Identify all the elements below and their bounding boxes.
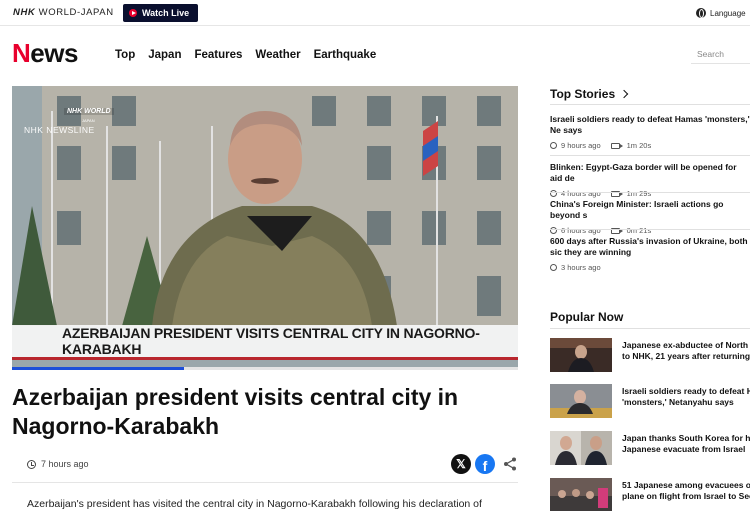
watermark-japan: JAPAN	[82, 118, 95, 123]
story-title: Blinken: Egypt-Gaza border will be opene…	[550, 162, 737, 183]
article-body: Azerbaijan's president has visited the c…	[27, 498, 482, 510]
story-time: 3 hours ago	[561, 263, 601, 272]
hero-watermark: NHK WORLD JAPAN NHK NEWSLINE	[24, 100, 134, 135]
hero-video[interactable]: NHK WORLD JAPAN NHK NEWSLINE AZERBAIJAN …	[12, 86, 518, 370]
language-label: Language	[710, 8, 746, 18]
article-meta: 7 hours ago	[27, 459, 89, 469]
chevron-right-icon	[619, 89, 629, 99]
brand-main: NHK	[13, 7, 36, 18]
popular-title-line: plane on flight from Israel to Seo	[622, 491, 750, 501]
watermark-newsline: NHK NEWSLINE	[24, 125, 95, 135]
hero-caption: AZERBAIJAN PRESIDENT VISITS CENTRAL CITY…	[12, 325, 518, 360]
news-logo[interactable]: News	[12, 38, 78, 69]
story-duration: 0m 21s	[626, 226, 652, 235]
popular-now-heading[interactable]: Popular Now	[550, 310, 623, 324]
popular-thumbnail	[550, 431, 612, 465]
top-story-item[interactable]: Israeli soldiers ready to defeat Hamas '…	[550, 114, 750, 150]
popular-title-line: Japanese evacuate from Israel	[622, 444, 746, 454]
story-time: 4 hours ago	[561, 189, 601, 198]
top-stories-title: Top Stories	[550, 87, 616, 101]
language-selector[interactable]: Language	[696, 8, 746, 18]
popular-rule	[550, 328, 750, 329]
top-bar: NHK WORLD-JAPAN Watch Live Language	[0, 0, 750, 26]
popular-item[interactable]: Japanese ex-abductee of North K to NHK, …	[550, 338, 750, 372]
popular-title-line: 'monsters,' Netanyahu says	[622, 397, 734, 407]
story-time: 9 hours ago	[561, 141, 601, 150]
nav-item-weather[interactable]: Weather	[255, 49, 300, 61]
popular-now-title: Popular Now	[550, 310, 624, 324]
search-input[interactable]: Search	[691, 44, 750, 64]
clock-icon	[27, 459, 36, 469]
popular-item[interactable]: Japan thanks South Korea for hel Japanes…	[550, 431, 750, 465]
popular-thumbnail	[550, 384, 612, 418]
popular-title-line: Israeli soldiers ready to defeat Ha	[622, 386, 750, 396]
share-bar: 𝕏 f	[451, 454, 518, 474]
popular-title-line: Japan thanks South Korea for hel	[622, 433, 750, 443]
story-time: 6 hours ago	[561, 226, 601, 235]
play-icon	[129, 9, 137, 17]
popular-thumbnail	[550, 338, 612, 372]
main-nav: Top Japan Features Weather Earthquake	[115, 49, 376, 61]
video-progress-bar[interactable]	[12, 367, 518, 370]
story-title: China's Foreign Minister: Israeli action…	[550, 199, 724, 220]
top-stories-rule	[550, 104, 750, 105]
share-icon[interactable]	[502, 456, 518, 472]
story-title: 600 days after Russia's invasion of Ukra…	[550, 236, 748, 257]
nav-item-top[interactable]: Top	[115, 49, 135, 61]
watch-live-label: Watch Live	[142, 8, 190, 18]
story-divider	[550, 155, 750, 156]
story-duration: 1m 20s	[626, 141, 652, 150]
article-time: 7 hours ago	[41, 459, 89, 469]
watch-live-button[interactable]: Watch Live	[123, 4, 198, 22]
story-title: Israeli soldiers ready to defeat Hamas '…	[550, 114, 750, 135]
popular-item[interactable]: 51 Japanese among evacuees on plane on f…	[550, 478, 750, 511]
nav-item-earthquake[interactable]: Earthquake	[314, 49, 377, 61]
story-duration: 1m 29s	[626, 189, 652, 198]
nhk-world-brand[interactable]: NHK WORLD-JAPAN	[13, 7, 114, 18]
nav-item-features[interactable]: Features	[194, 49, 242, 61]
video-icon	[610, 142, 623, 149]
popular-title-line: Japanese ex-abductee of North K	[622, 340, 750, 350]
x-share-icon[interactable]: 𝕏	[451, 454, 471, 474]
facebook-share-icon[interactable]: f	[475, 454, 495, 474]
top-story-item[interactable]: 600 days after Russia's invasion of Ukra…	[550, 236, 750, 272]
video-progress-fill	[12, 367, 185, 370]
brand-sub: WORLD-JAPAN	[38, 7, 114, 18]
story-divider	[550, 229, 750, 230]
top-stories-heading[interactable]: Top Stories	[550, 87, 629, 101]
clock-icon	[550, 142, 557, 149]
watermark-nhk-world: NHK WORLD	[64, 108, 114, 115]
article-headline: Azerbaijan president visits central city…	[12, 384, 459, 439]
popular-title-line: to NHK, 21 years after returning h	[622, 351, 750, 361]
globe-icon	[696, 8, 706, 18]
popular-item[interactable]: Israeli soldiers ready to defeat Ha 'mon…	[550, 384, 750, 418]
nav-item-japan[interactable]: Japan	[148, 49, 181, 61]
clock-icon	[550, 264, 557, 271]
article-divider	[12, 482, 518, 483]
story-divider	[550, 192, 750, 193]
popular-thumbnail	[550, 478, 612, 511]
popular-title-line: 51 Japanese among evacuees on	[622, 480, 750, 490]
